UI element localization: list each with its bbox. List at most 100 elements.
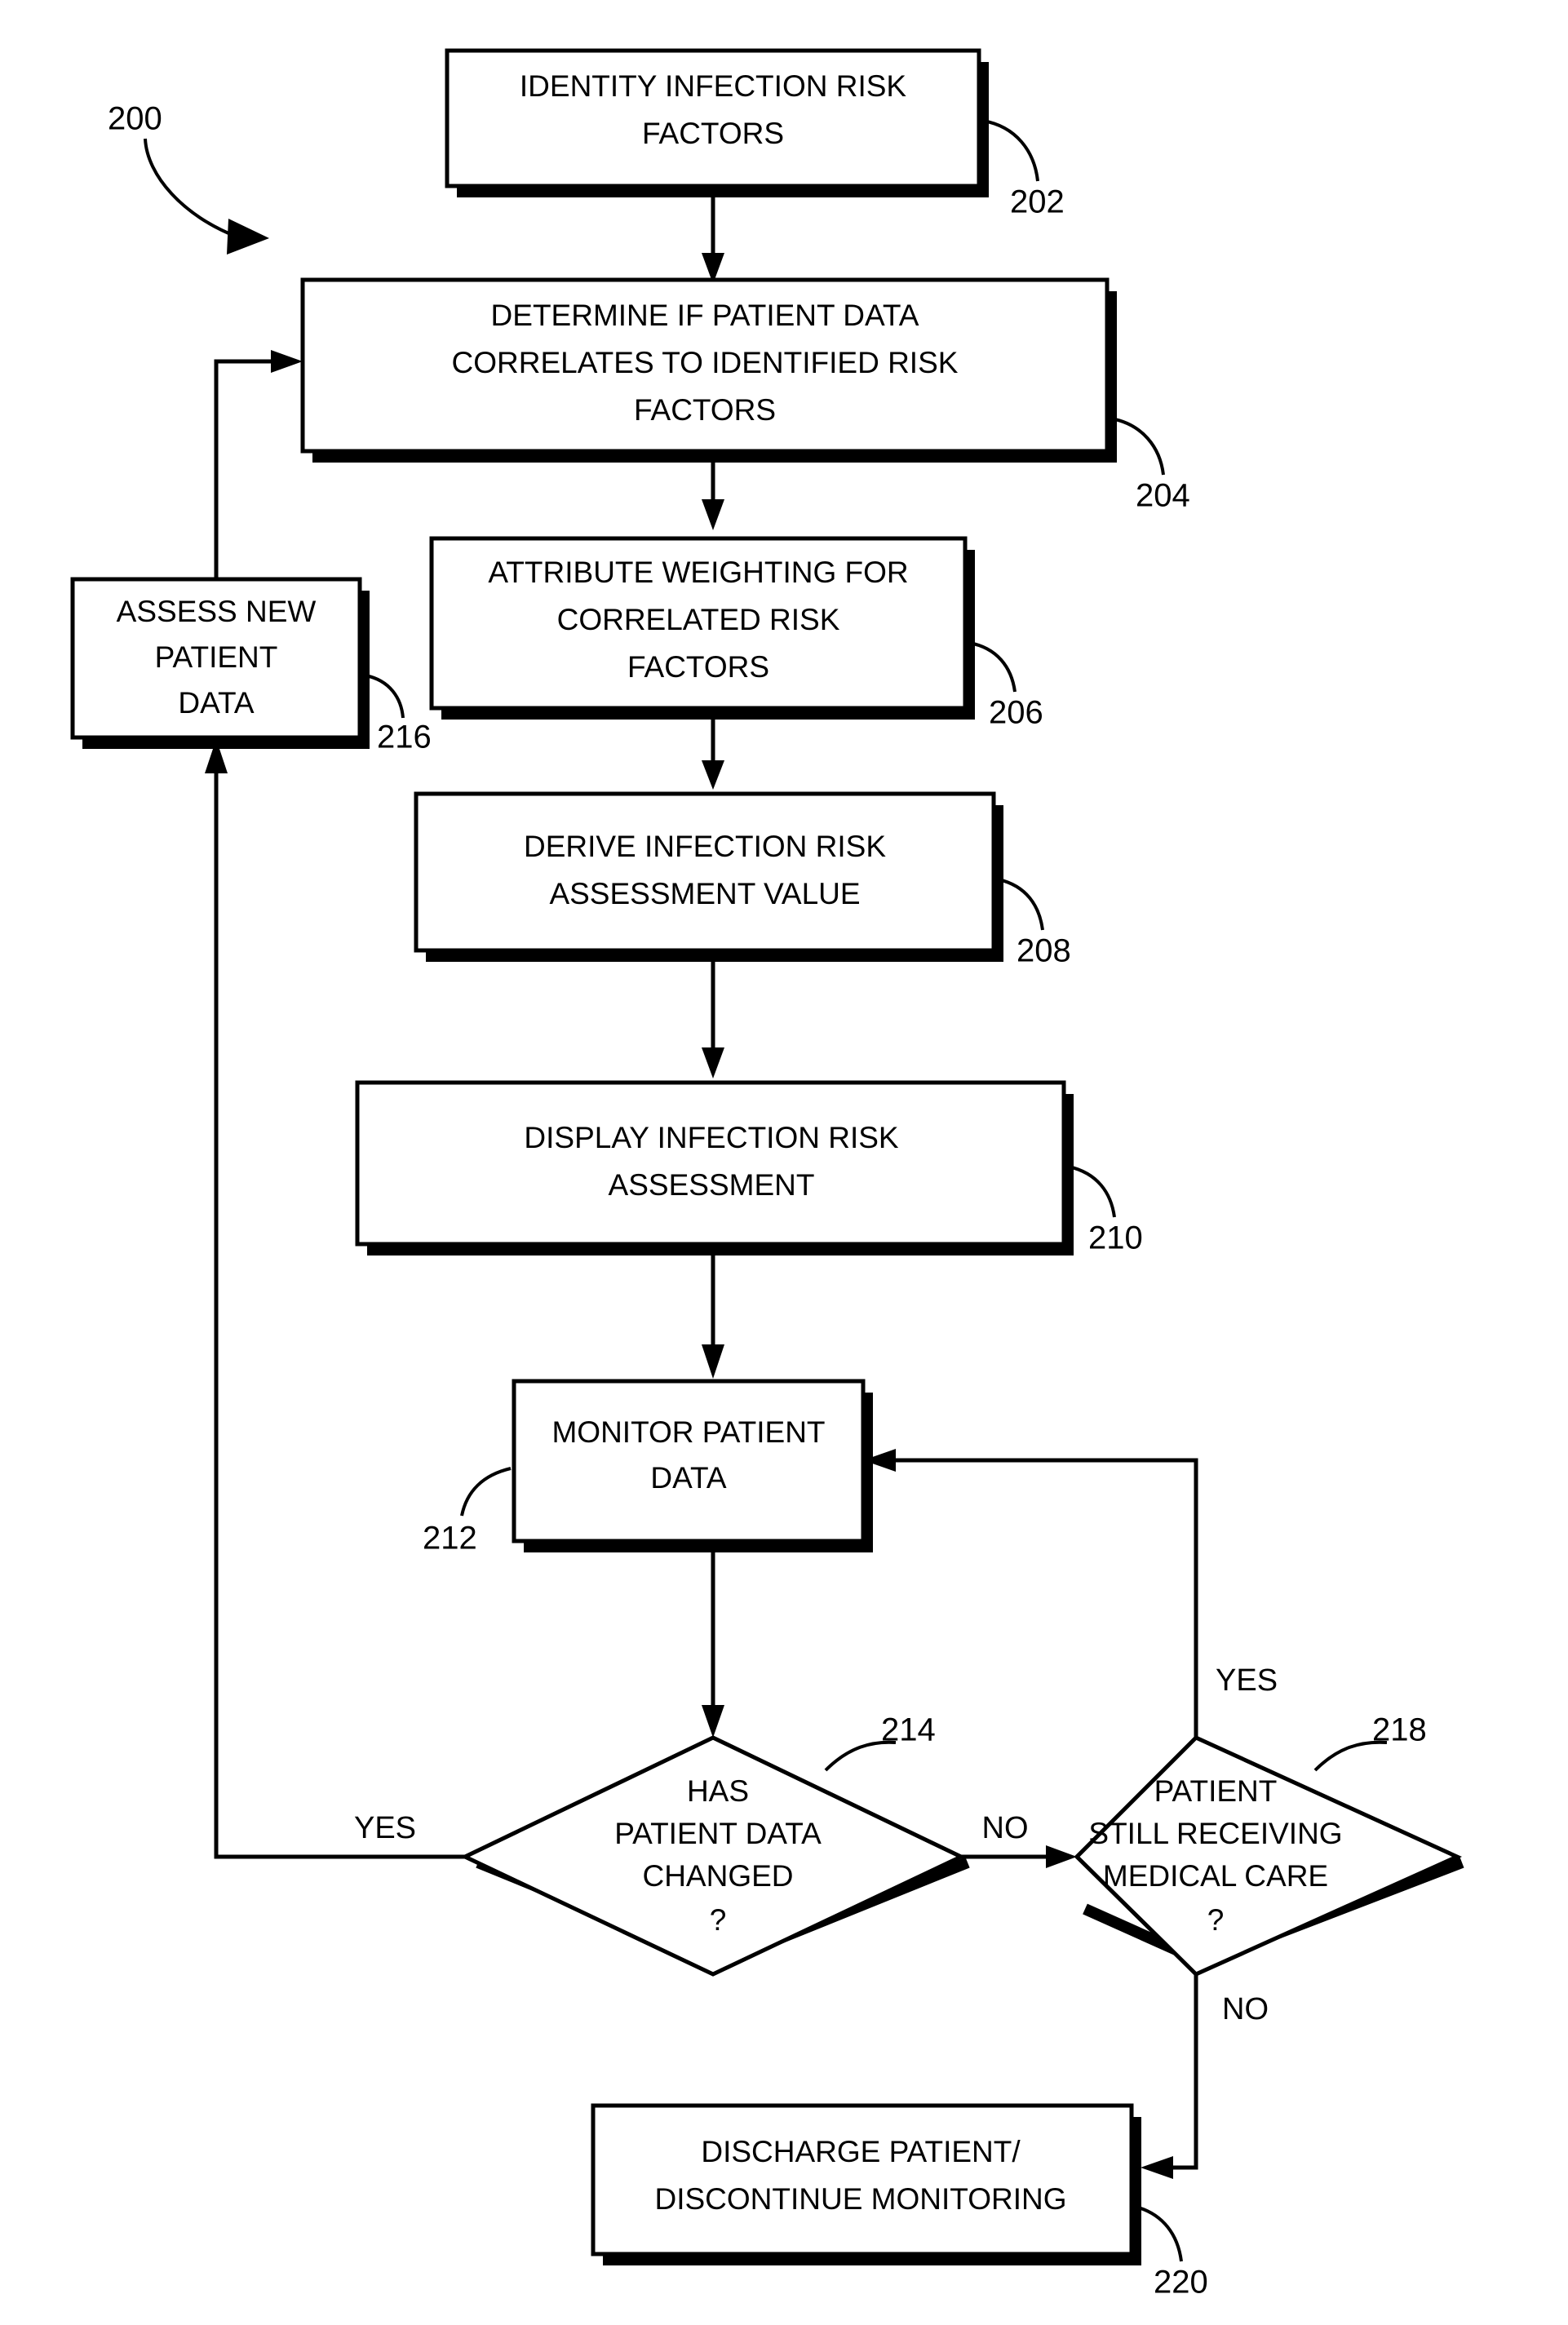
reference-210: 210	[1068, 1165, 1143, 1256]
edge-202-to-204	[702, 197, 724, 284]
patent-figure-flowchart: 200 IDENTITY INFECTION RISK FACTORS 202 …	[0, 0, 1568, 2325]
figure-ref-arrowhead	[227, 219, 269, 255]
node-214-line-4: ?	[710, 1903, 727, 1937]
reference-212-leader	[460, 1467, 512, 1517]
node-220-discharge-patient[interactable]: DISCHARGE PATIENT/ DISCONTINUE MONITORIN…	[591, 2103, 1141, 2265]
node-202-identify-risk-factors[interactable]: IDENTITY INFECTION RISK FACTORS	[445, 48, 989, 197]
reference-210-leader	[1068, 1165, 1116, 1218]
edge-210-to-212	[702, 1256, 724, 1379]
edge-204-to-206	[702, 463, 724, 530]
node-202-line-1: IDENTITY INFECTION RISK	[520, 69, 907, 103]
reference-220-label: 220	[1154, 2265, 1208, 2301]
edge-206-to-208-arrowhead	[702, 760, 724, 790]
edge-206-to-208	[702, 720, 724, 790]
node-212-line-2: DATA	[650, 1461, 727, 1495]
reference-202-label: 202	[1010, 184, 1065, 220]
node-216-assess-new-patient-data[interactable]: ASSESS NEW PATIENT DATA	[70, 577, 370, 749]
node-208-line-2: ASSESSMENT VALUE	[549, 877, 860, 910]
reference-212-label: 212	[423, 1521, 477, 1557]
node-206-attribute-weighting[interactable]: ATTRIBUTE WEIGHTING FOR CORRELATED RISK …	[429, 536, 975, 720]
reference-218-label: 218	[1372, 1712, 1427, 1748]
edge-218-yes-path	[889, 1458, 1198, 1738]
reference-206-leader	[968, 641, 1017, 693]
node-214-line-3: CHANGED	[642, 1859, 793, 1893]
reference-208-leader	[998, 878, 1044, 931]
edge-212-to-214-arrowhead	[702, 1705, 724, 1738]
node-212-line-1: MONITOR PATIENT	[551, 1415, 825, 1449]
node-202-line-2: FACTORS	[642, 117, 784, 150]
figure-ref-label: 200	[108, 101, 162, 137]
reference-202: 202	[982, 119, 1065, 220]
node-208-line-1: DERIVE INFECTION RISK	[524, 830, 886, 863]
reference-214: 214	[824, 1712, 936, 1772]
node-212-monitor-patient-data[interactable]: MONITOR PATIENT DATA	[512, 1379, 873, 1552]
edge-218-yes-to-212: YES	[863, 1449, 1278, 1738]
node-204-determine-correlation[interactable]: DETERMINE IF PATIENT DATA CORRELATES TO …	[300, 277, 1117, 463]
node-218-line-1: PATIENT	[1154, 1774, 1278, 1808]
reference-220-leader	[1135, 2205, 1183, 2262]
edge-214-no-to-218: NO	[961, 1811, 1077, 1868]
edge-216-to-204-arrowhead	[271, 350, 303, 373]
edge-204-to-206-arrowhead	[702, 499, 724, 530]
node-216-line-1: ASSESS NEW	[117, 595, 317, 628]
node-218-line-2: STILL RECEIVING	[1088, 1817, 1342, 1850]
figure-ref-leader	[144, 138, 237, 238]
node-206-line-3: FACTORS	[627, 650, 769, 684]
reference-216: 216	[365, 674, 432, 755]
reference-204: 204	[1110, 417, 1190, 514]
node-206-line-1: ATTRIBUTE WEIGHTING FOR	[488, 556, 908, 589]
edge-216-to-204	[214, 350, 303, 579]
reference-202-leader	[982, 119, 1039, 182]
node-218-diamond	[1074, 1735, 1463, 1977]
figure-reference-200: 200	[108, 101, 269, 255]
reference-212: 212	[423, 1467, 512, 1557]
edge-label-218-no: NO	[1222, 1992, 1269, 2026]
edge-label-214-yes: YES	[354, 1811, 416, 1845]
edge-208-to-210-arrowhead	[702, 1047, 724, 1078]
node-210-display-risk-assessment[interactable]: DISPLAY INFECTION RISK ASSESSMENT	[355, 1080, 1074, 1256]
edge-210-to-212-arrowhead	[702, 1344, 724, 1379]
node-220-line-2: DISCONTINUE MONITORING	[655, 2182, 1067, 2216]
flowchart-canvas: 200 IDENTITY INFECTION RISK FACTORS 202 …	[70, 48, 1464, 2301]
reference-204-label: 204	[1136, 478, 1190, 514]
edge-214-no-arrowhead	[1046, 1845, 1077, 1868]
edge-218-no-path	[1167, 1974, 1198, 2170]
node-216-line-3: DATA	[178, 686, 255, 720]
node-216-line-2: PATIENT	[155, 640, 278, 674]
node-206-line-2: CORRELATED RISK	[557, 603, 840, 636]
edge-212-to-214	[702, 1552, 724, 1738]
reference-218: 218	[1313, 1712, 1427, 1772]
reference-216-label: 216	[377, 720, 432, 755]
node-214-diamond	[460, 1735, 966, 1977]
edge-216-to-204-path	[214, 359, 277, 579]
edge-218-no-to-220: NO	[1141, 1974, 1269, 2179]
node-220-box	[591, 2103, 1134, 2256]
edge-label-214-no: NO	[982, 1811, 1029, 1845]
node-210-line-2: ASSESSMENT	[609, 1168, 815, 1202]
reference-216-leader	[365, 674, 405, 719]
node-204-line-3: FACTORS	[634, 393, 776, 427]
reference-206: 206	[968, 641, 1043, 731]
node-214-line-2: PATIENT DATA	[614, 1817, 822, 1850]
reference-214-label: 214	[881, 1712, 936, 1748]
node-204-line-2: CORRELATES TO IDENTIFIED RISK	[452, 346, 959, 379]
edge-label-218-yes: YES	[1216, 1663, 1278, 1698]
edge-208-to-210	[702, 962, 724, 1078]
node-210-line-1: DISPLAY INFECTION RISK	[524, 1121, 898, 1154]
node-214-line-1: HAS	[687, 1774, 749, 1808]
node-218-line-3: MEDICAL CARE	[1103, 1859, 1328, 1893]
reference-208-label: 208	[1017, 933, 1071, 969]
node-218-patient-still-receiving-care[interactable]: PATIENT STILL RECEIVING MEDICAL CARE ?	[1074, 1735, 1464, 1977]
reference-204-leader	[1110, 417, 1165, 476]
reference-220: 220	[1135, 2205, 1208, 2301]
reference-210-label: 210	[1088, 1220, 1143, 1256]
reference-208: 208	[998, 878, 1071, 969]
node-208-box	[414, 791, 996, 953]
node-210-box	[355, 1080, 1066, 1247]
node-220-line-1: DISCHARGE PATIENT/	[701, 2135, 1021, 2168]
node-218-line-4: ?	[1207, 1903, 1225, 1937]
node-208-derive-risk-value[interactable]: DERIVE INFECTION RISK ASSESSMENT VALUE	[414, 791, 1003, 962]
node-204-line-1: DETERMINE IF PATIENT DATA	[491, 299, 919, 332]
reference-206-label: 206	[989, 695, 1043, 731]
node-214-has-patient-data-changed[interactable]: HAS PATIENT DATA CHANGED ?	[460, 1735, 970, 1977]
